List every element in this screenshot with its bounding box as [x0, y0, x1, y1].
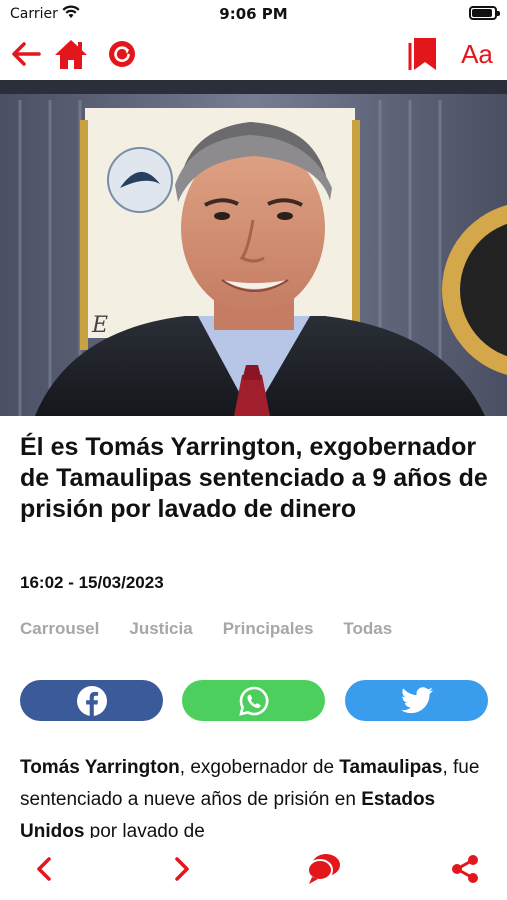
- article-title: Él es Tomás Yarrington, exgobernador de …: [20, 433, 488, 523]
- previous-article-button[interactable]: [28, 848, 60, 890]
- share-whatsapp-button[interactable]: [182, 680, 325, 721]
- twitter-icon: [400, 686, 433, 713]
- share-icon: [452, 855, 478, 883]
- next-icon: [175, 857, 189, 881]
- body-bold-state: Tamaulipas: [339, 757, 443, 778]
- facebook-icon: [76, 685, 107, 716]
- back-arrow-icon: [12, 42, 41, 66]
- home-icon: [55, 40, 87, 69]
- article-tags: Carrousel Justicia Principales Todas: [20, 619, 422, 639]
- article-hero-image: E: [0, 80, 507, 416]
- comments-button[interactable]: [304, 848, 344, 890]
- text-size-button[interactable]: Aa: [454, 34, 500, 74]
- news-photo: E: [0, 80, 507, 416]
- previous-icon: [37, 857, 51, 881]
- status-bar: Carrier 9:06 PM: [0, 0, 507, 28]
- share-facebook-button[interactable]: [20, 680, 163, 721]
- bottom-toolbar: [0, 838, 507, 900]
- reload-button[interactable]: [104, 34, 140, 74]
- back-button[interactable]: [8, 34, 44, 74]
- battery-icon: [469, 6, 500, 20]
- tag-carrousel[interactable]: Carrousel: [20, 619, 99, 639]
- comments-icon: [307, 854, 340, 884]
- tag-principales[interactable]: Principales: [223, 619, 314, 639]
- share-button[interactable]: [448, 848, 482, 890]
- article-body: Tomás Yarrington, exgobernador de Tamaul…: [20, 752, 490, 848]
- article-timestamp: 16:02 - 15/03/2023: [20, 573, 164, 592]
- share-twitter-button[interactable]: [345, 680, 488, 721]
- reload-icon: [109, 41, 135, 67]
- svg-text:E: E: [91, 313, 108, 338]
- tag-justicia[interactable]: Justicia: [129, 619, 192, 639]
- tag-todas[interactable]: Todas: [343, 619, 392, 639]
- body-text-1: , exgobernador de: [179, 757, 340, 778]
- whatsapp-icon: [238, 686, 268, 716]
- bookmark-icon: [408, 38, 436, 70]
- bookmark-button[interactable]: [404, 34, 444, 74]
- top-toolbar: Aa: [0, 28, 507, 80]
- share-buttons: [20, 680, 488, 722]
- home-button[interactable]: [52, 34, 90, 74]
- next-article-button[interactable]: [166, 848, 198, 890]
- body-bold-name: Tomás Yarrington: [20, 757, 180, 778]
- status-time: 9:06 PM: [219, 5, 288, 23]
